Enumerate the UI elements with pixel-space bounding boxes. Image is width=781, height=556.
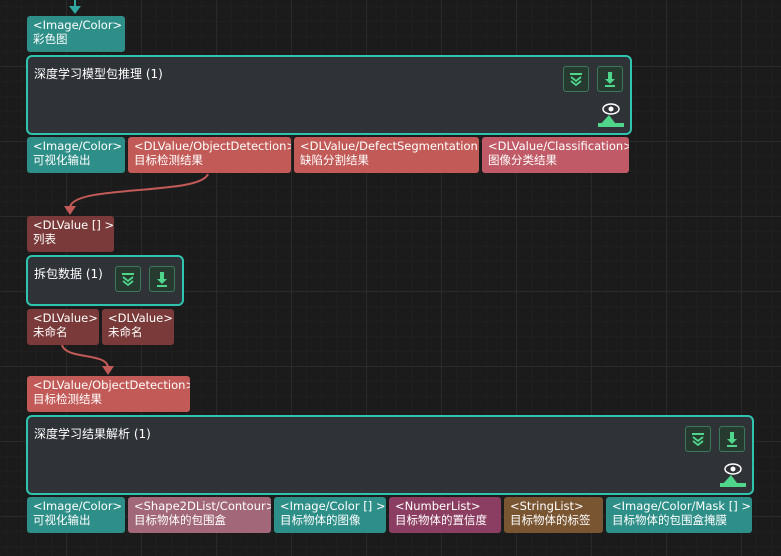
port-name: 目标物体的标签	[510, 513, 591, 527]
port-name: 目标检测结果	[33, 392, 102, 406]
node3-output-port-3[interactable]: <NumberList> 目标物体的置信度	[389, 497, 501, 533]
port-type: <Image/Color>	[33, 499, 123, 513]
node1-output-port-3[interactable]: <DLValue/Classification> 图像分类结果	[482, 137, 629, 173]
port-name: 未命名	[108, 325, 143, 339]
port-type: <DLValue/ObjectDetection>	[134, 139, 291, 153]
port-name: 列表	[33, 232, 56, 246]
node1-input-port[interactable]: <Image/Color> 彩色图	[27, 16, 125, 52]
collapse-icon	[122, 273, 134, 287]
download-button[interactable]	[597, 66, 623, 92]
port-type: <DLValue>	[108, 311, 173, 325]
port-type: <DLValue/ObjectDetection>	[33, 378, 190, 392]
download-button[interactable]	[719, 426, 745, 452]
node3-input-port[interactable]: <DLValue/ObjectDetection> 目标检测结果	[27, 376, 190, 412]
node1-output-port-2[interactable]: <DLValue/DefectSegmentation> 缺陷分割结果	[294, 137, 479, 173]
node-unpack-data[interactable]: 拆包数据 (1)	[26, 255, 184, 306]
node2-output-port-1[interactable]: <DLValue> 未命名	[102, 309, 174, 345]
wire-top-arrow	[69, 6, 81, 14]
wire-detection-to-list	[69, 173, 209, 209]
port-type: <DLValue/DefectSegmentation>	[300, 139, 479, 153]
node3-output-port-1[interactable]: <Shape2DList/Contour> 目标物体的包围盒	[128, 497, 271, 533]
collapse-icon	[692, 433, 704, 447]
port-type: <Image/Color>	[33, 18, 123, 32]
node2-input-port[interactable]: <DLValue [] > 列表	[27, 216, 114, 252]
port-name: 目标物体的图像	[280, 513, 361, 527]
port-name: 缺陷分割结果	[300, 153, 369, 167]
node3-output-port-5[interactable]: <Image/Color/Mask [] > 目标物体的包围盒掩膜	[606, 497, 752, 533]
port-type: <Image/Color/Mask [] >	[612, 499, 751, 513]
port-name: 可视化输出	[33, 153, 91, 167]
port-type: <StringList>	[510, 499, 584, 513]
port-type: <DLValue/Classification>	[488, 139, 629, 153]
wire-unpack-to-parse	[61, 344, 109, 369]
node-title: 深度学习模型包推理 (1)	[34, 67, 163, 81]
wire-arrow-parse	[102, 366, 114, 375]
collapse-button[interactable]	[563, 66, 589, 92]
node3-output-port-4[interactable]: <StringList> 目标物体的标签	[504, 497, 603, 533]
eye-preview-icon[interactable]	[718, 461, 746, 487]
port-type: <NumberList>	[395, 499, 481, 513]
node-title: 深度学习结果解析 (1)	[34, 427, 151, 441]
node2-output-port-0[interactable]: <DLValue> 未命名	[27, 309, 99, 345]
port-name: 可视化输出	[33, 513, 91, 527]
download-button[interactable]	[149, 266, 175, 292]
collapse-icon	[570, 73, 582, 87]
collapse-button[interactable]	[685, 426, 711, 452]
port-name: 目标物体的包围盒掩膜	[612, 513, 727, 527]
port-type: <Image/Color [] >	[280, 499, 386, 513]
node-result-parse[interactable]: 深度学习结果解析 (1)	[26, 415, 754, 495]
port-name: 目标物体的包围盒	[134, 513, 226, 527]
node3-output-port-0[interactable]: <Image/Color> 可视化输出	[27, 497, 125, 533]
node3-output-port-2[interactable]: <Image/Color [] > 目标物体的图像	[274, 497, 386, 533]
port-type: <Shape2DList/Contour>	[134, 499, 271, 513]
port-type: <DLValue [] >	[33, 218, 114, 232]
port-name: 目标物体的置信度	[395, 513, 487, 527]
port-type: <Image/Color>	[33, 139, 123, 153]
wire-arrow-list	[64, 206, 76, 215]
node1-output-port-0[interactable]: <Image/Color> 可视化输出	[27, 137, 125, 173]
collapse-button[interactable]	[115, 266, 141, 292]
node1-output-port-1[interactable]: <DLValue/ObjectDetection> 目标检测结果	[128, 137, 291, 173]
port-name: 目标检测结果	[134, 153, 203, 167]
node-title: 拆包数据 (1)	[34, 267, 103, 281]
eye-preview-icon[interactable]	[596, 101, 624, 127]
port-name: 彩色图	[33, 32, 68, 46]
port-type: <DLValue>	[33, 311, 98, 325]
download-icon	[727, 432, 737, 447]
download-icon	[157, 272, 167, 287]
port-name: 图像分类结果	[488, 153, 557, 167]
node-model-inference[interactable]: 深度学习模型包推理 (1)	[26, 55, 632, 135]
port-name: 未命名	[33, 325, 68, 339]
download-icon	[605, 72, 615, 87]
